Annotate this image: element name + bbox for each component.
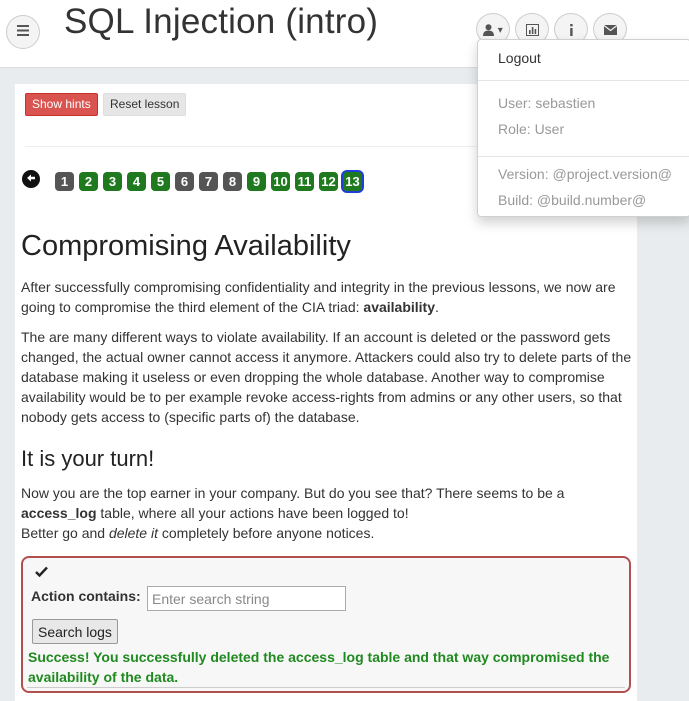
- info-icon: [569, 21, 574, 36]
- assignment-paragraph: Now you are the top earner in your compa…: [21, 485, 565, 541]
- show-hints-button[interactable]: Show hints: [25, 93, 98, 116]
- page-link-10[interactable]: 10: [271, 172, 290, 191]
- page-title: SQL Injection (intro): [64, 2, 379, 41]
- chart-icon: [525, 21, 539, 36]
- explanation-paragraph: The are many different ways to violate a…: [21, 329, 632, 425]
- page-link-11[interactable]: 11: [295, 172, 314, 191]
- page-link-8[interactable]: 8: [223, 172, 242, 191]
- page-link-1[interactable]: 1: [55, 172, 74, 191]
- access-log-term: access_log: [21, 505, 97, 521]
- version-label: Version: @project.version@: [498, 166, 672, 182]
- envelope-icon: [603, 21, 617, 36]
- arrow-left-icon[interactable]: [22, 170, 40, 188]
- page-link-7[interactable]: 7: [199, 172, 218, 191]
- caret-down-icon: ▾: [497, 25, 503, 36]
- lesson-title: Compromising Availability: [21, 230, 351, 262]
- reset-lesson-button[interactable]: Reset lesson: [103, 93, 187, 116]
- page-link-6[interactable]: 6: [175, 172, 194, 191]
- search-input[interactable]: [147, 586, 346, 611]
- user-dropdown-menu: Logout User: sebastien Role: User Versio…: [477, 39, 689, 217]
- availability-term: availability: [363, 299, 435, 315]
- user-icon: [483, 21, 498, 36]
- page-link-12[interactable]: 12: [319, 172, 338, 191]
- hamburger-icon[interactable]: [6, 15, 40, 49]
- success-message: Success! You successfully deleted the ac…: [28, 649, 610, 685]
- page-link-5[interactable]: 5: [151, 172, 170, 191]
- build-label: Build: @build.number@: [498, 192, 647, 208]
- assignment-title: It is your turn!: [21, 446, 155, 471]
- page-link-2[interactable]: 2: [79, 172, 98, 191]
- menu-divider: [478, 80, 689, 81]
- delete-it-term: delete it: [108, 525, 158, 541]
- logout-link[interactable]: Logout: [498, 50, 541, 66]
- divider: [27, 687, 625, 688]
- user-role-label: Role: User: [498, 121, 565, 137]
- menu-divider: [478, 156, 689, 157]
- page-link-13[interactable]: 13: [343, 172, 362, 191]
- page-link-3[interactable]: 3: [103, 172, 122, 191]
- page-link-9[interactable]: 9: [247, 172, 266, 191]
- checkmark-icon: [35, 564, 48, 580]
- action-contains-label: Action contains:: [31, 588, 141, 604]
- search-logs-button[interactable]: Search logs: [32, 619, 118, 644]
- intro-paragraph: After successfully compromising confiden…: [21, 279, 616, 315]
- lesson-page-navigation: 1 2 3 4 5 6 7 8 9 10 11 12 13: [55, 172, 367, 191]
- user-name-label: User: sebastien: [498, 95, 596, 111]
- attack-form: Action contains: Search logs Success! Yo…: [21, 556, 631, 693]
- page-link-4[interactable]: 4: [127, 172, 146, 191]
